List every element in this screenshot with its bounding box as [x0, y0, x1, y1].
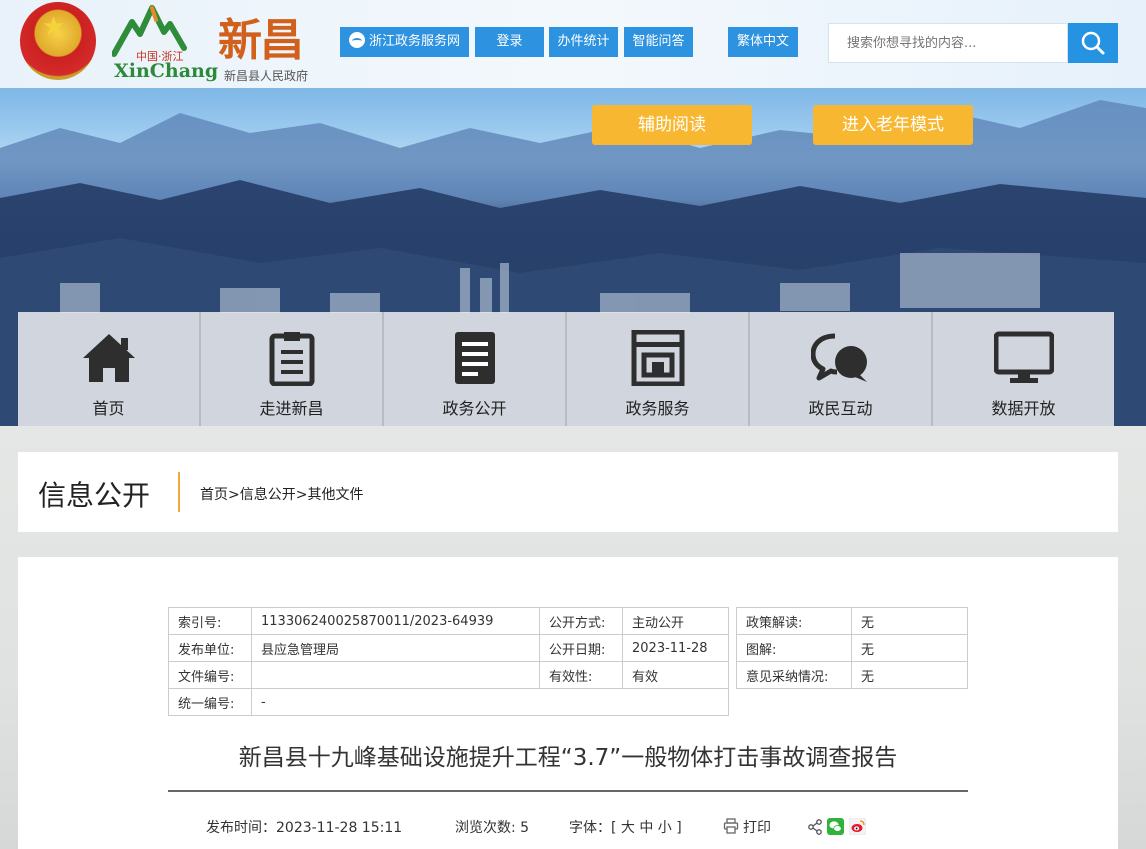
breadcrumb-card: 信息公开 首页>信息公开>其他文件	[18, 452, 1118, 532]
meta-label: 公开方式:	[539, 607, 623, 635]
meta-value: 2023-11-28	[622, 634, 729, 662]
meta-label: 意见采纳情况:	[736, 661, 852, 689]
nav-item-gov-open[interactable]: 政务公开	[384, 312, 567, 427]
section-divider	[178, 472, 180, 512]
view-count: 浏览次数: 5	[455, 820, 530, 836]
print-button[interactable]: 打印	[723, 817, 771, 837]
elderly-mode-button[interactable]: 进入老年模式	[813, 105, 973, 145]
printer-icon	[723, 818, 739, 834]
nav-label-gov-service: 政务服务	[625, 399, 690, 418]
chat-icon	[810, 333, 867, 382]
meta-table-main: 索引号: 113306240025870011/2023-64939 公开方式:…	[168, 607, 729, 716]
document-icon	[454, 332, 495, 384]
meta-table-side: 政策解读: 无 图解: 无 意见采纳情况: 无	[736, 607, 968, 689]
nav-label-about: 走进新昌	[259, 399, 324, 418]
wechat-icon[interactable]	[827, 818, 845, 835]
publish-time: 发布时间：2023-11-28 15:11	[206, 820, 403, 836]
nav-label-gov-open: 政务公开	[442, 399, 507, 418]
login-button[interactable]: 登录	[475, 27, 544, 57]
home-icon	[82, 334, 135, 382]
nav-item-gov-service[interactable]: 政务服务	[567, 312, 750, 427]
search-box	[828, 23, 1068, 63]
site-header: ★ 中国·浙江 XinChang 新昌 新昌县人民政府 浙江政务服务网 登录 办…	[0, 0, 1146, 88]
zj-gov-service-button[interactable]: 浙江政务服务网	[340, 27, 469, 57]
meta-label: 有效性:	[539, 661, 623, 689]
font-size-selector[interactable]: 字体：[ 大 中 小 ]	[569, 817, 682, 837]
breadcrumb[interactable]: 首页>信息公开>其他文件	[200, 484, 363, 504]
building-icon	[631, 330, 684, 386]
meta-value: 县应急管理局	[251, 634, 540, 662]
search-input[interactable]	[829, 24, 1049, 62]
case-stats-button[interactable]: 办件统计	[549, 27, 618, 57]
meta-value: 无	[851, 607, 968, 635]
share-icon[interactable]	[807, 819, 823, 835]
nav-item-about[interactable]: 走进新昌	[201, 312, 384, 427]
logo-chinese-name: 新昌	[218, 15, 304, 66]
zj-gov-service-icon	[348, 32, 365, 48]
table-row: 图解: 无	[736, 634, 968, 662]
meta-value: 无	[851, 634, 968, 662]
meta-label: 统一编号:	[168, 688, 252, 716]
table-row: 统一编号: -	[168, 688, 729, 716]
nav-item-home[interactable]: 首页	[18, 312, 201, 427]
monitor-icon	[993, 331, 1054, 383]
meta-value: 无	[851, 661, 968, 689]
table-row: 政策解读: 无	[736, 607, 968, 635]
nav-item-interaction[interactable]: 政民互动	[750, 312, 933, 427]
assisted-reading-button[interactable]: 辅助阅读	[592, 105, 752, 145]
meta-label: 文件编号:	[168, 661, 252, 689]
smart-qa-button[interactable]: 智能问答	[624, 27, 693, 57]
traditional-chinese-button[interactable]: 繁体中文	[728, 27, 798, 57]
search-icon	[1081, 31, 1105, 55]
meta-value: 有效	[622, 661, 729, 689]
search-button[interactable]	[1068, 23, 1118, 63]
meta-label: 图解:	[736, 634, 852, 662]
zj-gov-service-label: 浙江政务服务网	[368, 34, 460, 49]
table-row: 发布单位: 县应急管理局 公开日期: 2023-11-28	[168, 634, 729, 662]
meta-label: 索引号:	[168, 607, 252, 635]
article-title: 新昌县十九峰基础设施提升工程“3.7”一般物体打击事故调查报告	[238, 745, 898, 771]
meta-label: 发布单位:	[168, 634, 252, 662]
nav-label-home: 首页	[92, 399, 125, 418]
meta-value: 113306240025870011/2023-64939	[251, 607, 540, 635]
logo-subtitle: 新昌县人民政府	[224, 69, 309, 83]
title-divider	[168, 790, 968, 792]
table-row: 意见采纳情况: 无	[736, 661, 968, 689]
meta-value: 主动公开	[622, 607, 729, 635]
logo-english-name: XinChang	[114, 60, 219, 82]
table-row: 索引号: 113306240025870011/2023-64939 公开方式:…	[168, 607, 729, 635]
meta-value	[251, 661, 540, 689]
nav-item-open-data[interactable]: 数据开放	[933, 312, 1114, 427]
nav-label-interaction: 政民互动	[808, 399, 873, 418]
meta-label: 公开日期:	[539, 634, 623, 662]
share-group	[807, 817, 867, 837]
section-title: 信息公开	[38, 479, 151, 512]
national-emblem-logo: ★	[20, 2, 96, 80]
weibo-icon[interactable]	[848, 817, 867, 836]
clipboard-icon	[269, 332, 314, 386]
print-label: 打印	[743, 820, 771, 836]
main-nav: 首页 走进新昌 政务公开 政务服务 政民互动 数据开放	[18, 312, 1114, 427]
meta-label: 政策解读:	[736, 607, 852, 635]
nav-label-open-data: 数据开放	[991, 399, 1056, 418]
table-row: 文件编号: 有效性: 有效	[168, 661, 729, 689]
meta-value: -	[251, 688, 729, 716]
